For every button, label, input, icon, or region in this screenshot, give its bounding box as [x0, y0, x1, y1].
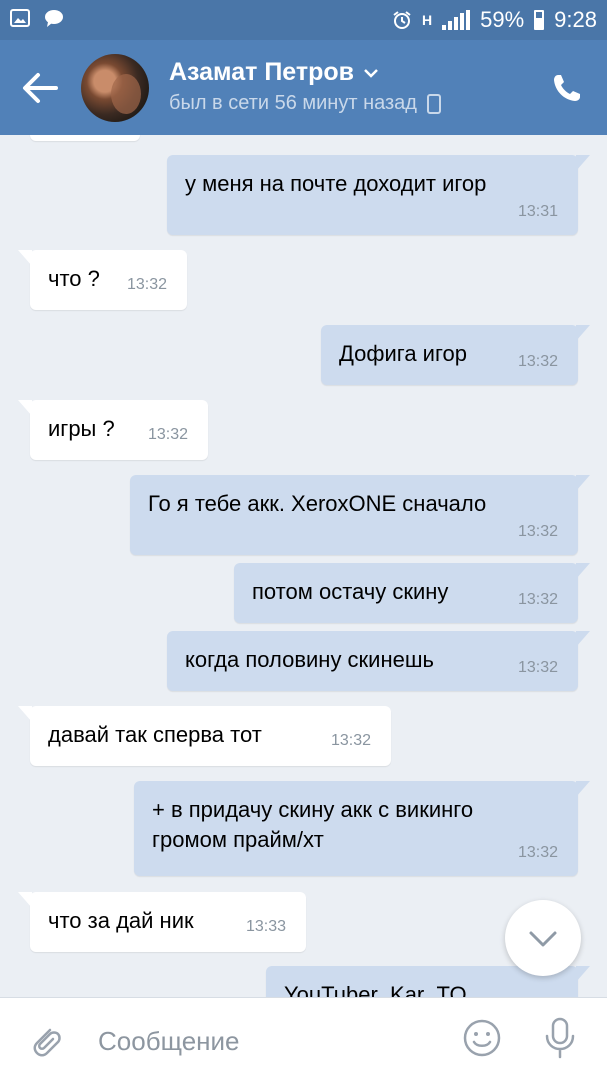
- message-composer: [0, 997, 607, 1081]
- arrow-left-icon[interactable]: [20, 70, 60, 106]
- last-seen-status: был в сети 56 минут назад: [169, 92, 441, 115]
- message-bubble-outgoing[interactable]: + в придачу скину акк с викинго громом п…: [134, 781, 590, 876]
- message-text: потом остачу скину: [252, 579, 449, 604]
- message-text: что ?: [48, 266, 100, 291]
- message-text: + в придачу скину акк с викинго громом п…: [152, 797, 474, 852]
- contact-name[interactable]: Азамат Петров: [169, 58, 380, 87]
- chevron-down-icon: [364, 68, 378, 78]
- message-time: 13:32: [147, 426, 188, 443]
- message-text: когда половину скинешь: [185, 647, 434, 672]
- chevron-down-icon: [529, 931, 557, 947]
- phone-icon[interactable]: [551, 72, 583, 104]
- message-notification-icon: [45, 10, 63, 27]
- message-bubble-outgoing[interactable]: когда половину скинешь 13:32: [167, 631, 590, 691]
- message-bubble-partial[interactable]: [30, 135, 140, 141]
- microphone-icon[interactable]: [541, 1016, 579, 1060]
- battery-icon: [534, 10, 545, 30]
- message-bubble-outgoing[interactable]: у меня на почте доходит игор 13:31: [167, 155, 590, 235]
- message-time: 13:31: [517, 203, 558, 220]
- message-bubble-outgoing[interactable]: потом остачу скину 13:32: [234, 563, 590, 623]
- last-seen-text: был в сети 56 минут назад: [169, 92, 417, 114]
- contact-name-text: Азамат Петров: [169, 58, 355, 86]
- mobile-device-icon: [426, 93, 441, 114]
- message-time: 13:32: [517, 353, 558, 370]
- message-text: у меня на почте доходит игор: [185, 171, 487, 196]
- paperclip-icon[interactable]: [28, 1022, 64, 1062]
- message-bubble-incoming[interactable]: игры ? 13:32: [18, 400, 208, 460]
- message-text: Го я тебе акк. XeroxONE сначало: [148, 491, 487, 516]
- message-bubble-outgoing[interactable]: Дофига игор 13:32: [321, 325, 590, 385]
- message-text: давай так сперва тот: [48, 722, 262, 747]
- network-type: H: [422, 12, 433, 28]
- message-time: 13:32: [126, 276, 167, 293]
- gallery-notification-icon: [10, 9, 30, 27]
- scroll-to-bottom-button[interactable]: [505, 900, 581, 976]
- message-text: игры ?: [48, 416, 115, 441]
- message-time: 13:32: [517, 659, 558, 676]
- alarm-icon: [393, 11, 411, 29]
- message-time: 13:33: [245, 918, 286, 935]
- message-text: Дофига игор: [339, 341, 467, 366]
- chat-header: Азамат Петров был в сети 56 минут назад: [0, 40, 607, 135]
- message-bubble-incoming[interactable]: что за дай ник 13:33: [18, 892, 306, 952]
- message-bubble-outgoing[interactable]: Го я тебе акк. XeroxONE сначало 13:32: [130, 475, 590, 555]
- message-time: 13:32: [517, 591, 558, 608]
- message-input[interactable]: [96, 1022, 440, 1060]
- avatar[interactable]: [81, 54, 149, 122]
- message-bubble-incoming[interactable]: что ? 13:32: [18, 250, 187, 310]
- battery-percent: 59%: [480, 7, 525, 32]
- message-bubble-incoming[interactable]: давай так сперва тот 13:32: [18, 706, 391, 766]
- message-time: 13:32: [517, 523, 558, 540]
- message-text: YouTuber_Kar_TO: [284, 982, 467, 997]
- message-list[interactable]: у меня на почте доходит игор 13:31 что ?…: [0, 135, 607, 997]
- clock: 9:28: [554, 7, 597, 32]
- smiley-icon[interactable]: [462, 1018, 502, 1058]
- message-time: 13:32: [330, 732, 371, 749]
- signal-icon: [442, 10, 471, 30]
- status-bar: H 59% 9:28: [0, 0, 607, 40]
- message-text: что за дай ник: [48, 908, 194, 933]
- message-time: 13:32: [517, 844, 558, 861]
